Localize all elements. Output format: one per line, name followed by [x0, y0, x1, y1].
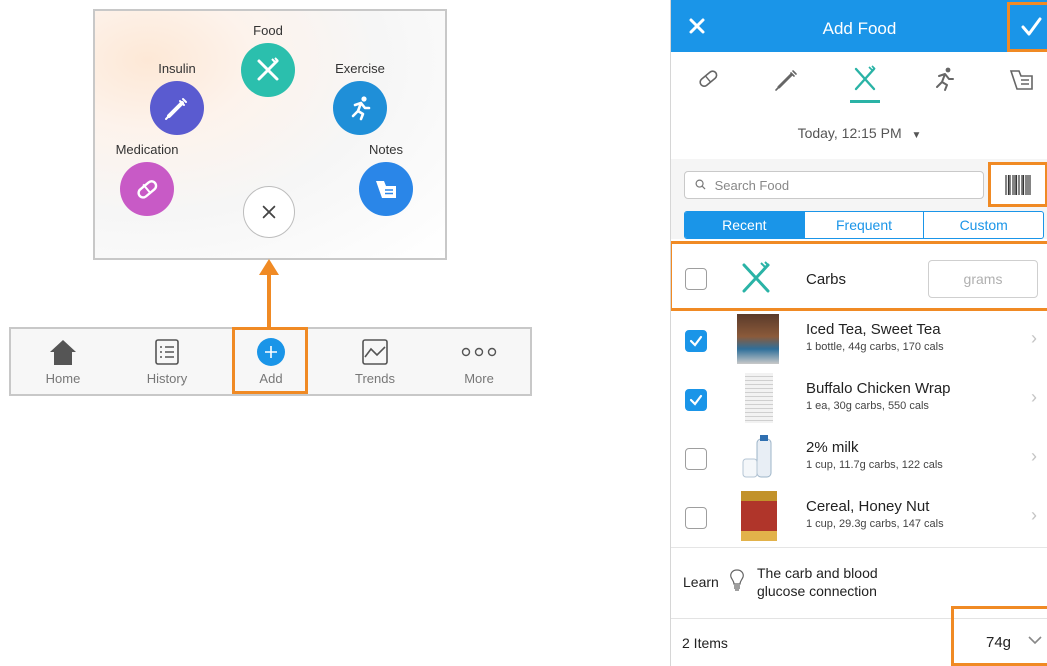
more-dots-icon	[427, 337, 531, 367]
food-row[interactable]: Cereal, Honey Nut 1 cup, 29.3g carbs, 14…	[671, 488, 1047, 548]
add-menu-popup: Food Insulin Exercise Medication Notes	[93, 9, 447, 260]
check-icon	[689, 394, 703, 406]
food-detail: 1 cup, 11.7g carbs, 122 cals	[806, 459, 943, 471]
food-checkbox[interactable]	[685, 389, 707, 411]
menu-item-food-label: Food	[253, 23, 283, 38]
lightbulb-icon	[729, 568, 745, 597]
learn-link-line1[interactable]: The carb and blood	[757, 565, 878, 581]
carbs-label: Carbs	[806, 271, 847, 288]
food-detail: 1 bottle, 44g carbs, 170 cals	[806, 341, 944, 353]
tab-home[interactable]: Home	[11, 329, 115, 394]
food-name: Iced Tea, Sweet Tea	[806, 321, 941, 338]
syringe-icon	[775, 70, 797, 91]
food-thumbnail	[737, 314, 779, 364]
menu-item-insulin[interactable]: Insulin	[122, 61, 232, 135]
tab-more[interactable]: More	[427, 329, 531, 394]
menu-item-exercise-label: Exercise	[335, 61, 385, 76]
pill-icon	[699, 70, 718, 88]
segment-custom[interactable]: Custom	[923, 212, 1043, 238]
food-detail: 1 ea, 30g carbs, 550 cals	[806, 400, 929, 412]
add-food-screen: Add Food Today, 12:15 PM ▼ Search Food R…	[670, 0, 1047, 666]
carbs-checkbox[interactable]	[685, 268, 707, 290]
tab-more-label: More	[464, 371, 494, 386]
food-row[interactable]: 2% milk 1 cup, 11.7g carbs, 122 cals ›	[671, 429, 1047, 489]
chevron-right-icon: ›	[1031, 387, 1037, 407]
total-carbs-highlight	[951, 606, 1047, 666]
tab-trends[interactable]: Trends	[323, 329, 427, 394]
nav-title: Add Food	[822, 19, 897, 38]
food-detail: 1 cup, 29.3g carbs, 147 cals	[806, 518, 944, 530]
search-placeholder: Search Food	[714, 178, 790, 193]
learn-link-line2[interactable]: glucose connection	[757, 583, 877, 599]
fork-knife-icon	[738, 260, 774, 296]
category-selected-indicator	[850, 100, 880, 103]
food-name: 2% milk	[806, 439, 859, 456]
chevron-right-icon: ›	[1031, 446, 1037, 466]
fork-knife-icon	[854, 65, 876, 91]
menu-item-medication[interactable]: Medication	[92, 142, 202, 216]
category-medication[interactable]	[693, 64, 723, 94]
tab-history-label: History	[146, 371, 188, 386]
add-tab-highlight	[232, 327, 308, 394]
syringe-icon	[150, 81, 204, 135]
food-name: Cereal, Honey Nut	[806, 498, 930, 515]
close-menu-button[interactable]	[243, 186, 295, 238]
menu-item-notes[interactable]: Notes	[331, 142, 441, 216]
tab-trends-label: Trends	[355, 371, 395, 386]
search-food-input[interactable]: Search Food	[684, 171, 984, 199]
notepad-icon	[1009, 70, 1033, 90]
search-icon	[695, 172, 707, 200]
close-button[interactable]	[683, 12, 711, 40]
notepad-icon	[359, 162, 413, 216]
food-row[interactable]: Buffalo Chicken Wrap 1 ea, 30g carbs, 55…	[671, 370, 1047, 430]
category-food[interactable]	[850, 64, 880, 94]
segment-recent[interactable]: Recent	[685, 212, 804, 238]
menu-item-insulin-label: Insulin	[158, 61, 196, 76]
tab-history[interactable]: History	[115, 329, 219, 394]
carbs-grams-input[interactable]: grams	[928, 260, 1038, 298]
food-checkbox[interactable]	[685, 330, 707, 352]
arrow-shaft	[267, 272, 271, 328]
chevron-right-icon: ›	[1031, 328, 1037, 348]
footer-item-count: 2 Items	[682, 635, 728, 651]
list-icon	[115, 337, 219, 367]
close-icon	[689, 18, 705, 34]
food-checkbox[interactable]	[685, 507, 707, 529]
datetime-text: Today, 12:15 PM	[797, 125, 902, 141]
food-name: Buffalo Chicken Wrap	[806, 380, 951, 397]
learn-prefix: Learn	[683, 574, 719, 590]
tab-home-label: Home	[45, 371, 81, 386]
category-insulin[interactable]	[771, 64, 801, 94]
check-icon	[689, 335, 703, 347]
menu-item-medication-label: Medication	[115, 142, 179, 157]
segment-frequent[interactable]: Frequent	[803, 212, 924, 238]
close-icon	[262, 205, 276, 219]
food-thumbnail	[745, 373, 773, 423]
barcode-scan-button[interactable]	[988, 162, 1047, 207]
menu-item-exercise[interactable]: Exercise	[305, 61, 415, 135]
trend-chart-icon	[323, 337, 427, 367]
datetime-selector[interactable]: Today, 12:15 PM ▼	[671, 107, 1047, 160]
pill-icon	[120, 162, 174, 216]
home-icon	[11, 337, 115, 367]
food-thumbnail	[741, 491, 777, 541]
barcode-icon	[1005, 174, 1031, 195]
runner-icon	[333, 81, 387, 135]
chevron-right-icon: ›	[1031, 505, 1037, 525]
runner-icon	[936, 67, 954, 91]
caret-down-icon: ▼	[911, 130, 922, 141]
confirm-highlight	[1007, 2, 1047, 52]
menu-item-notes-label: Notes	[369, 142, 403, 157]
food-list-segmented-control: Recent Frequent Custom	[684, 211, 1044, 239]
fork-knife-icon	[241, 43, 295, 97]
food-thumbnail	[737, 433, 779, 483]
category-notes[interactable]	[1007, 64, 1037, 94]
food-checkbox[interactable]	[685, 448, 707, 470]
category-exercise[interactable]	[929, 64, 959, 94]
food-row[interactable]: Iced Tea, Sweet Tea 1 bottle, 44g carbs,…	[671, 311, 1047, 371]
